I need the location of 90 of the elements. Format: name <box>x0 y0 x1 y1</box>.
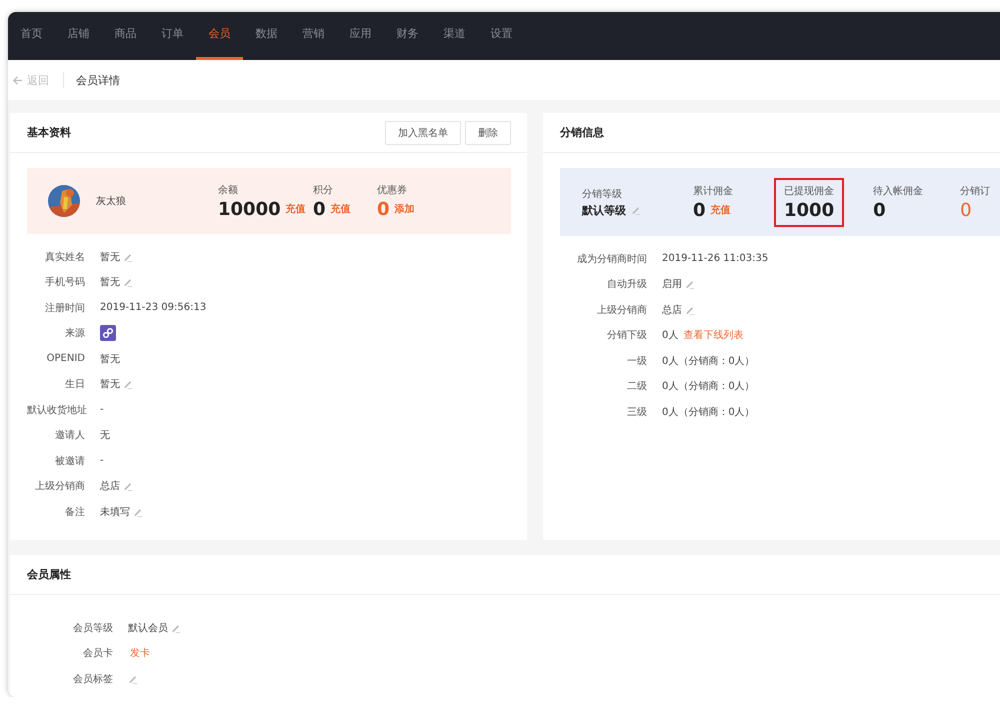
edit-icon[interactable] <box>685 279 695 290</box>
field-label: 生日 <box>64 378 85 392</box>
stat-value: 0 <box>313 198 326 220</box>
field-value: 2019-11-23 09:56:13 <box>100 302 206 314</box>
field-label: 邀请人 <box>54 428 85 442</box>
member-name: 灰太狼 <box>96 194 127 208</box>
nav-tab[interactable]: 设置 <box>478 12 525 60</box>
stat-label: 待入帐佣金 <box>873 184 924 198</box>
subordinate-list-link[interactable]: 查看下线列表 <box>683 328 744 342</box>
back-arrow-icon[interactable] <box>12 74 23 86</box>
stat-action-link[interactable]: 添加 <box>394 202 415 216</box>
field-value: 0人（分销商：0人） <box>662 354 755 368</box>
stat-value: 0 <box>960 200 972 220</box>
stat-value: 0 <box>693 200 706 220</box>
action-button[interactable]: 删除 <box>465 120 511 144</box>
nav-tab[interactable]: 营销 <box>290 12 337 60</box>
section-title: 基本资料 <box>27 125 71 140</box>
field-label: 上级分销商 <box>596 304 647 317</box>
field-value: 暂无 <box>100 378 120 392</box>
stat-label: 优惠券 <box>377 184 408 196</box>
stat-label: 余额 <box>218 184 239 196</box>
field-label: 二级 <box>626 380 647 394</box>
field-label: 默认收货地址 <box>27 404 85 417</box>
field-label: 会员等级 <box>72 622 113 635</box>
nav-tab[interactable]: 财务 <box>384 12 431 60</box>
edit-icon[interactable] <box>685 304 695 315</box>
field-value: 未填写 <box>100 506 130 519</box>
field-label: 会员卡 <box>82 646 113 660</box>
stat-value: 0 <box>377 198 390 220</box>
stat-label: 已提现佣金 <box>784 184 834 198</box>
stat-label: 分销等级 <box>582 188 623 200</box>
stat-label: 累计佣金 <box>693 184 734 198</box>
stat-value: 1000 <box>784 200 834 220</box>
action-button[interactable]: 加入黑名单 <box>385 120 461 144</box>
field-value: 暂无 <box>100 250 120 264</box>
field-label: 上级分销商 <box>34 480 85 494</box>
field-value: 0人（分销商：0人） <box>662 406 755 419</box>
stat-value: 10000 <box>218 198 281 220</box>
field-value: 总店 <box>662 304 682 317</box>
field-value: 0人 <box>662 329 678 342</box>
nav-tab[interactable]: 订单 <box>149 12 196 60</box>
field-label: 分销下级 <box>606 329 647 342</box>
stat-label: 分销订 <box>960 184 990 198</box>
nav-tab[interactable]: 首页 <box>8 12 55 60</box>
stat-action-link[interactable]: 充值 <box>330 202 351 216</box>
field-value: 2019-11-26 11:03:35 <box>662 253 768 264</box>
stat-value: 0 <box>873 200 886 220</box>
field-label: 注册时间 <box>44 302 85 315</box>
field-value: 暂无 <box>100 276 120 290</box>
nav-tab[interactable]: 渠道 <box>431 12 478 60</box>
mini-program-icon <box>100 325 116 342</box>
field-label: 被邀请 <box>54 454 85 468</box>
field-label: 一级 <box>626 354 647 368</box>
field-label: 手机号码 <box>44 276 85 290</box>
field-label: 成为分销商时间 <box>576 252 647 266</box>
stat-action-link[interactable]: 充值 <box>710 203 731 217</box>
nav-tab[interactable]: 商品 <box>102 12 149 60</box>
page-title: 会员详情 <box>76 72 120 88</box>
field-label: 自动升级 <box>606 278 647 292</box>
edit-icon[interactable] <box>123 277 133 288</box>
edit-icon[interactable] <box>133 506 143 517</box>
nav-tab[interactable]: 应用 <box>337 12 384 60</box>
issue-card-link[interactable]: 发卡 <box>130 646 150 660</box>
field-value: 无 <box>100 429 110 442</box>
stat-action-link[interactable]: 充值 <box>286 202 306 216</box>
field-value: - <box>100 404 104 416</box>
edit-icon[interactable] <box>631 205 641 215</box>
section-title: 会员属性 <box>27 567 71 582</box>
field-label: 真实姓名 <box>44 250 85 264</box>
field-value: 默认会员 <box>128 622 168 635</box>
edit-icon[interactable] <box>128 674 138 684</box>
edit-icon[interactable] <box>123 379 133 390</box>
field-value: 0人（分销商：0人） <box>662 380 755 394</box>
field-label: 备注 <box>64 506 85 519</box>
field-value: - <box>100 455 104 466</box>
field-label: OPENID <box>46 353 85 364</box>
field-label: 会员标签 <box>72 672 113 686</box>
field-value: 暂无 <box>100 352 120 366</box>
edit-icon[interactable] <box>123 481 133 492</box>
edit-icon[interactable] <box>171 622 181 633</box>
section-title: 分销信息 <box>560 125 604 140</box>
field-value: 启用 <box>662 278 682 292</box>
field-value: 总店 <box>100 480 120 494</box>
stat-value: 默认等级 <box>582 202 626 218</box>
field-label: 三级 <box>626 406 647 419</box>
nav-tab[interactable]: 店铺 <box>55 12 102 60</box>
stat-label: 积分 <box>313 184 334 196</box>
edit-icon[interactable] <box>123 252 133 262</box>
nav-tab[interactable]: 数据 <box>243 12 290 60</box>
field-label: 来源 <box>64 326 85 340</box>
